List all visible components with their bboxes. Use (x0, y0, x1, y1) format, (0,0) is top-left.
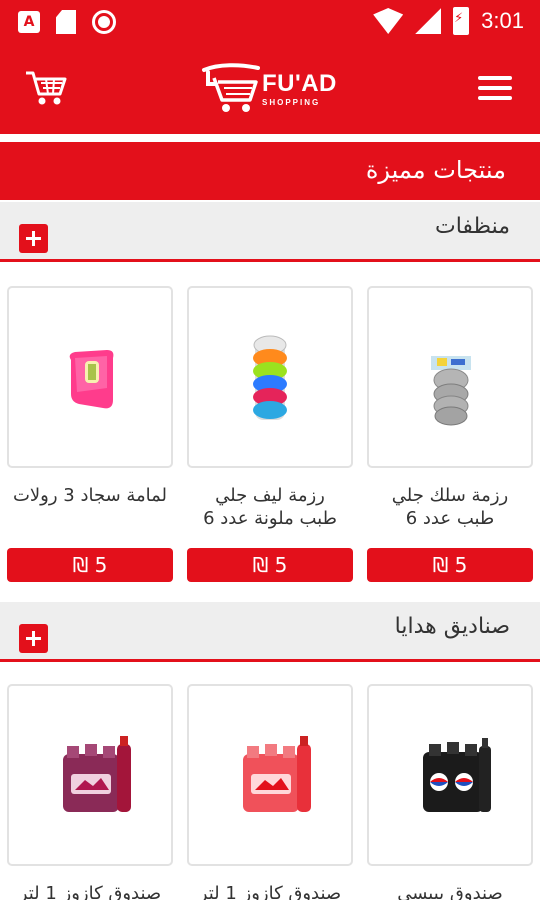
product-name: رزمة سلك جلي طبب عدد 6 (391, 485, 509, 529)
product-name: لمامة سجاد 3 رولات (12, 485, 168, 506)
logo-cart-icon (202, 63, 260, 112)
expand-section-button[interactable] (19, 224, 48, 253)
product-card[interactable]: رزمة سلك جلي طبب عدد 6 5 ₪ (367, 286, 533, 582)
product-name: صندوق كازوز 1 لتر (18, 883, 162, 900)
product-card[interactable]: صندوق بيبسي (367, 684, 533, 900)
product-image[interactable] (367, 684, 533, 866)
logo-text: FU'AD (262, 70, 337, 97)
status-bar: A 3:01 (0, 0, 540, 44)
product-name: صندوق كازوز 1 لتر (198, 883, 342, 900)
price-button[interactable]: 5 ₪ (187, 548, 353, 582)
steel-scrubber-image (431, 356, 471, 426)
product-name: رزمة ليف جلي طبب ملونة عدد 6 (203, 485, 337, 529)
product-image[interactable] (187, 684, 353, 866)
pepsi-pack-image (423, 738, 491, 812)
record-icon (92, 10, 116, 34)
lint-roller-image (69, 350, 114, 409)
logo-subtext: SHOPPING (262, 98, 321, 107)
product-card[interactable]: صندوق كازوز 1 لتر (187, 684, 353, 900)
section-header-cleaners: منظفات (0, 202, 540, 262)
section-title: منظفات (434, 214, 510, 239)
shopping-cart-icon[interactable] (24, 68, 68, 108)
price-button[interactable]: 5 ₪ (367, 548, 533, 582)
app-logo: FU'AD SHOPPING (200, 62, 340, 118)
price-button[interactable]: 5 ₪ (7, 548, 173, 582)
product-image[interactable] (367, 286, 533, 468)
featured-title: منتجات مميزة (365, 156, 506, 184)
product-image[interactable] (187, 286, 353, 468)
hamburger-menu-icon[interactable] (478, 76, 512, 104)
product-card[interactable]: صندوق كازوز 1 لتر (7, 684, 173, 900)
battery-charging-icon (453, 7, 470, 35)
signal-icon (415, 8, 442, 34)
status-time: 3:01 (481, 8, 524, 33)
section-title: صناديق هدايا (394, 614, 510, 639)
featured-products-bar: منتجات مميزة (0, 142, 540, 200)
colored-scrubber-image (253, 335, 287, 420)
purple-soda-pack-image (63, 736, 131, 812)
product-name: صندوق بيبسي (397, 883, 503, 900)
app-a-icon: A (18, 11, 40, 33)
app-bar: FU'AD SHOPPING (0, 44, 540, 134)
wifi-icon (373, 8, 404, 34)
expand-section-button[interactable] (19, 624, 48, 653)
product-card[interactable]: رزمة ليف جلي طبب ملونة عدد 6 5 ₪ (187, 286, 353, 582)
product-image[interactable] (7, 286, 173, 468)
product-image[interactable] (7, 684, 173, 866)
sd-card-icon (56, 10, 76, 34)
product-card[interactable]: لمامة سجاد 3 رولات 5 ₪ (7, 286, 173, 582)
section-header-gift-boxes: صناديق هدايا (0, 602, 540, 662)
red-soda-pack-image (243, 736, 311, 812)
